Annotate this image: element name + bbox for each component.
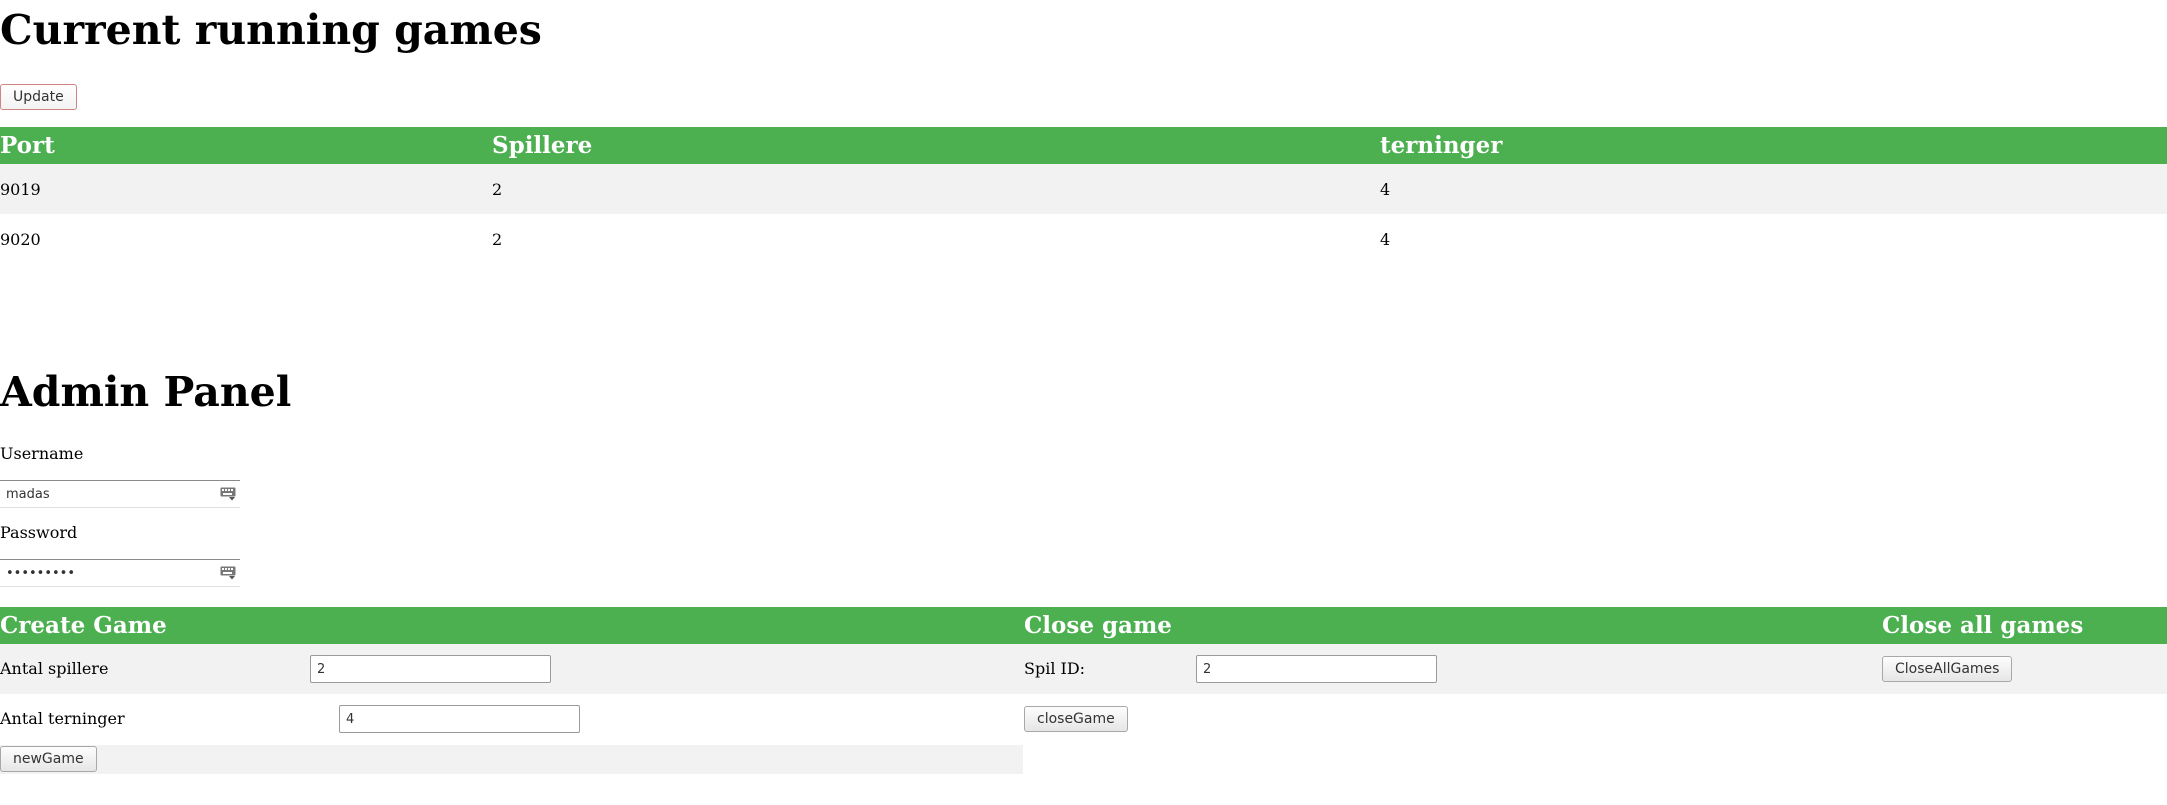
cell-port: 9019	[0, 164, 492, 214]
close-all-games-button[interactable]: CloseAllGames	[1882, 656, 2013, 682]
players-input[interactable]	[310, 655, 551, 683]
dice-input[interactable]	[339, 705, 580, 733]
password-field-wrapper	[0, 559, 240, 587]
create-game-title: Create Game	[0, 612, 167, 639]
admin-panel-title: Admin Panel	[0, 368, 292, 416]
cell-spillere: 2	[492, 214, 1380, 264]
username-input[interactable]	[0, 481, 216, 507]
new-game-button[interactable]: newGame	[0, 746, 97, 772]
game-id-input[interactable]	[1196, 655, 1437, 683]
close-game-title: Close game	[1024, 612, 1172, 639]
games-table-header: Port Spillere terninger	[0, 127, 2167, 164]
username-label: Username	[0, 444, 84, 463]
table-row: 9020 2 4	[0, 214, 2167, 264]
games-title: Current running games	[0, 6, 542, 54]
close-all-games-title: Close all games	[1882, 612, 2084, 639]
cell-port: 9020	[0, 214, 492, 264]
keyboard-icon[interactable]	[220, 566, 236, 580]
keyboard-icon[interactable]	[220, 487, 236, 501]
game-id-label: Spil ID:	[1024, 659, 1086, 678]
table-row: 9019 2 4	[0, 164, 2167, 214]
players-label: Antal spillere	[0, 659, 109, 678]
page: Current running games Update Port Spille…	[0, 0, 2167, 805]
cell-terninger: 4	[1380, 214, 2167, 264]
username-field-wrapper	[0, 480, 240, 508]
cell-terninger: 4	[1380, 164, 2167, 214]
create-submit-row-background	[0, 745, 1023, 774]
update-button[interactable]: Update	[0, 84, 77, 110]
column-header-terninger: terninger	[1380, 127, 2167, 164]
close-game-button[interactable]: closeGame	[1024, 706, 1128, 732]
cell-spillere: 2	[492, 164, 1380, 214]
password-input[interactable]	[0, 560, 216, 586]
password-label: Password	[0, 523, 78, 542]
column-header-port: Port	[0, 127, 492, 164]
dice-label: Antal terninger	[0, 709, 125, 728]
column-header-spillere: Spillere	[492, 127, 1380, 164]
games-table: Port Spillere terninger 9019 2 4 9020 2 …	[0, 127, 2167, 264]
